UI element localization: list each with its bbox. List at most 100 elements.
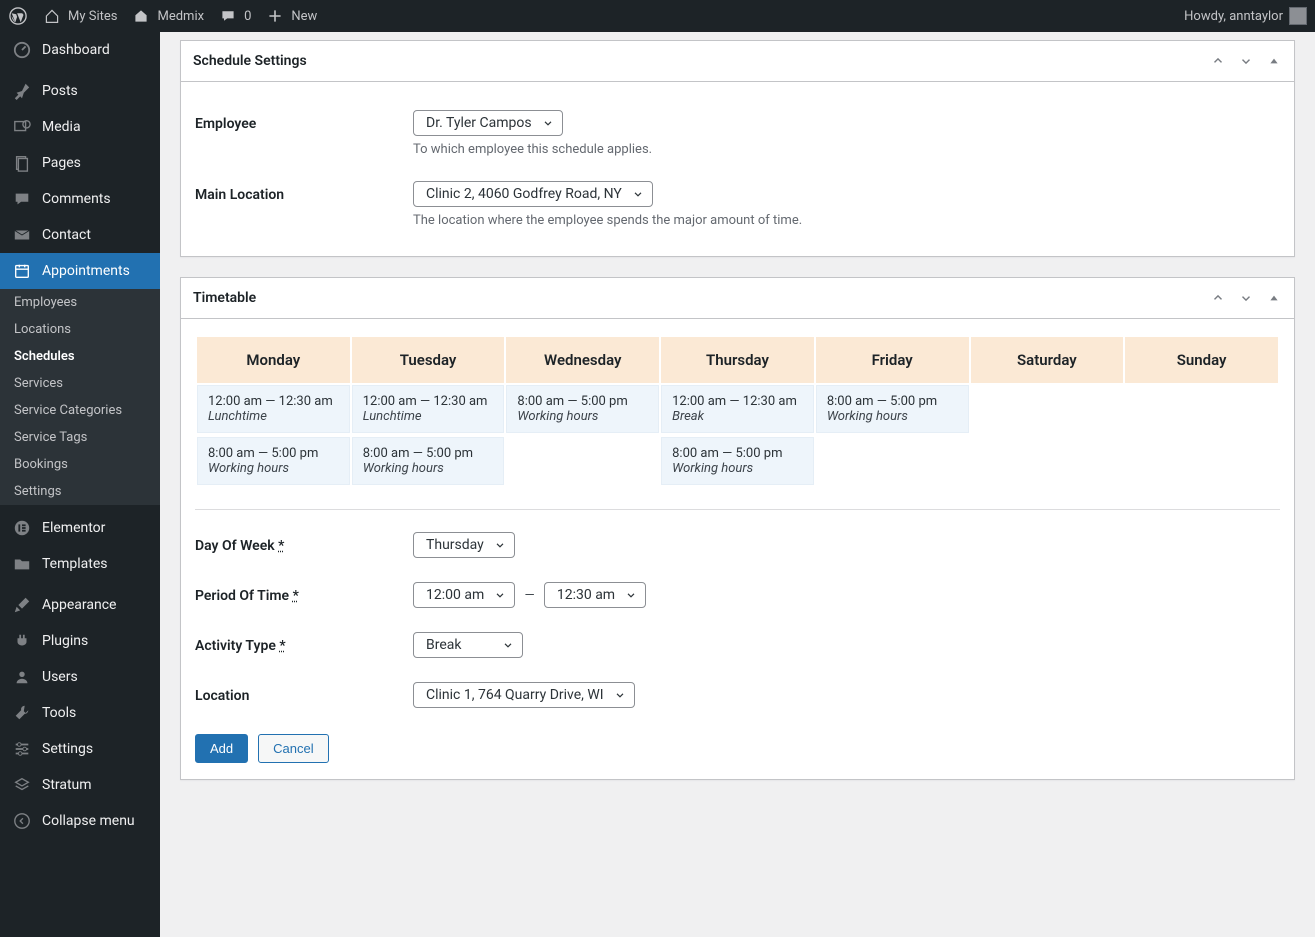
menu-label: Templates <box>42 556 108 572</box>
dashboard-icon <box>12 40 32 60</box>
comments-count: 0 <box>244 9 251 24</box>
menu-templates[interactable]: Templates <box>0 546 160 582</box>
move-down-icon[interactable] <box>1238 53 1254 69</box>
menu-stratum[interactable]: Stratum <box>0 767 160 803</box>
plug-icon <box>12 631 32 651</box>
submenu-services[interactable]: Services <box>0 370 160 397</box>
day-header: Friday <box>816 337 969 383</box>
submenu-locations[interactable]: Locations <box>0 316 160 343</box>
menu-label: Comments <box>42 191 111 207</box>
period-from-select[interactable]: 12:00 am <box>413 582 515 608</box>
slot-time: 8:00 am — 5:00 pm <box>363 446 494 461</box>
my-sites-link[interactable]: My Sites <box>42 6 117 26</box>
move-down-icon[interactable] <box>1238 290 1254 306</box>
comments-link[interactable]: 0 <box>218 6 251 26</box>
menu-users[interactable]: Users <box>0 659 160 695</box>
slot-label: Break <box>672 409 803 424</box>
menu-collapse[interactable]: Collapse menu <box>0 803 160 839</box>
timetable-slot[interactable]: 8:00 am — 5:00 pm Working hours <box>506 385 659 433</box>
chevron-down-icon <box>494 539 506 551</box>
chevron-down-icon <box>502 639 514 651</box>
avatar <box>1289 7 1307 25</box>
submenu-bookings[interactable]: Bookings <box>0 451 160 478</box>
main-location-select[interactable]: Clinic 2, 4060 Godfrey Road, NY <box>413 181 653 207</box>
slot-label: Working hours <box>208 461 339 476</box>
menu-pages[interactable]: Pages <box>0 145 160 181</box>
timetable-slot[interactable]: 8:00 am — 5:00 pm Working hours <box>661 437 814 485</box>
panel-header: Schedule Settings <box>181 41 1294 82</box>
menu-contact[interactable]: Contact <box>0 217 160 253</box>
chevron-down-icon <box>614 689 626 701</box>
menu-dashboard[interactable]: Dashboard <box>0 32 160 68</box>
chevron-down-icon <box>542 117 554 129</box>
submenu-service-categories[interactable]: Service Categories <box>0 397 160 424</box>
day-header: Tuesday <box>352 337 505 383</box>
period-to-select[interactable]: 12:30 am <box>544 582 646 608</box>
menu-tools[interactable]: Tools <box>0 695 160 731</box>
slot-time: 12:00 am — 12:30 am <box>672 394 803 409</box>
timetable-slot[interactable]: 12:00 am — 12:30 am Break <box>661 385 814 433</box>
elementor-icon <box>12 518 32 538</box>
panel-header: Timetable <box>181 278 1294 319</box>
menu-plugins[interactable]: Plugins <box>0 623 160 659</box>
menu-elementor[interactable]: Elementor <box>0 510 160 546</box>
menu-label: Media <box>42 119 81 135</box>
menu-label: Elementor <box>42 520 105 536</box>
dow-select[interactable]: Thursday <box>413 532 515 558</box>
wp-logo[interactable] <box>8 6 28 26</box>
submenu-settings[interactable]: Settings <box>0 478 160 505</box>
submenu-employees[interactable]: Employees <box>0 289 160 316</box>
sliders-icon <box>12 739 32 759</box>
site-link[interactable]: Medmix <box>131 6 204 26</box>
cancel-button[interactable]: Cancel <box>258 734 328 763</box>
menu-label: Contact <box>42 227 91 243</box>
timetable-slot[interactable]: 8:00 am — 5:00 pm Working hours <box>816 385 969 433</box>
home-icon <box>131 6 151 26</box>
menu-appointments[interactable]: Appointments <box>0 253 160 289</box>
slot-label: Lunchtime <box>208 409 339 424</box>
howdy-label: Howdy, anntaylor <box>1184 9 1283 24</box>
location-select[interactable]: Clinic 1, 764 Quarry Drive, WI <box>413 682 635 708</box>
employee-select-value: Dr. Tyler Campos <box>426 115 532 131</box>
account-link[interactable]: Howdy, anntaylor <box>1184 7 1307 25</box>
timetable-slot[interactable]: 12:00 am — 12:30 am Lunchtime <box>352 385 505 433</box>
employee-select[interactable]: Dr. Tyler Campos <box>413 110 563 136</box>
submenu-schedules[interactable]: Schedules <box>0 343 160 370</box>
menu-settings[interactable]: Settings <box>0 731 160 767</box>
menu-media[interactable]: Media <box>0 109 160 145</box>
admin-bar: My Sites Medmix 0 New Howdy, anntaylor <box>0 0 1315 32</box>
period-to-value: 12:30 am <box>557 587 615 603</box>
menu-label: Settings <box>42 741 93 757</box>
menu-appearance[interactable]: Appearance <box>0 587 160 623</box>
menu-label: Appearance <box>42 597 116 613</box>
menu-label: Users <box>42 669 78 685</box>
menu-label: Appointments <box>42 263 130 279</box>
panel-title: Schedule Settings <box>193 41 307 81</box>
main-content: Schedule Settings Employee Dr. Tyler Cam… <box>160 40 1315 820</box>
employee-description: To which employee this schedule applies. <box>413 142 652 157</box>
day-header: Monday <box>197 337 350 383</box>
day-header: Sunday <box>1125 337 1278 383</box>
move-up-icon[interactable] <box>1210 290 1226 306</box>
menu-posts[interactable]: Posts <box>0 73 160 109</box>
move-up-icon[interactable] <box>1210 53 1226 69</box>
slot-label: Working hours <box>517 409 648 424</box>
new-link[interactable]: New <box>265 6 317 26</box>
main-location-value: Clinic 2, 4060 Godfrey Road, NY <box>426 186 622 202</box>
panel-title: Timetable <box>193 278 256 318</box>
add-button[interactable]: Add <box>195 734 248 763</box>
submenu-service-tags[interactable]: Service Tags <box>0 424 160 451</box>
dow-value: Thursday <box>426 537 484 553</box>
toggle-icon[interactable] <box>1266 53 1282 69</box>
timetable-slot[interactable]: 8:00 am — 5:00 pm Working hours <box>352 437 505 485</box>
required-indicator: * <box>293 588 299 604</box>
timetable-slot[interactable]: 8:00 am — 5:00 pm Working hours <box>197 437 350 485</box>
folder-icon <box>12 554 32 574</box>
toggle-icon[interactable] <box>1266 290 1282 306</box>
timetable-slot[interactable]: 12:00 am — 12:30 am Lunchtime <box>197 385 350 433</box>
menu-comments[interactable]: Comments <box>0 181 160 217</box>
activity-select[interactable]: Break <box>413 632 523 658</box>
slot-time: 8:00 am — 5:00 pm <box>517 394 648 409</box>
required-indicator: * <box>278 538 284 554</box>
timetable-grid: Monday Tuesday Wednesday Thursday Friday… <box>195 335 1280 491</box>
